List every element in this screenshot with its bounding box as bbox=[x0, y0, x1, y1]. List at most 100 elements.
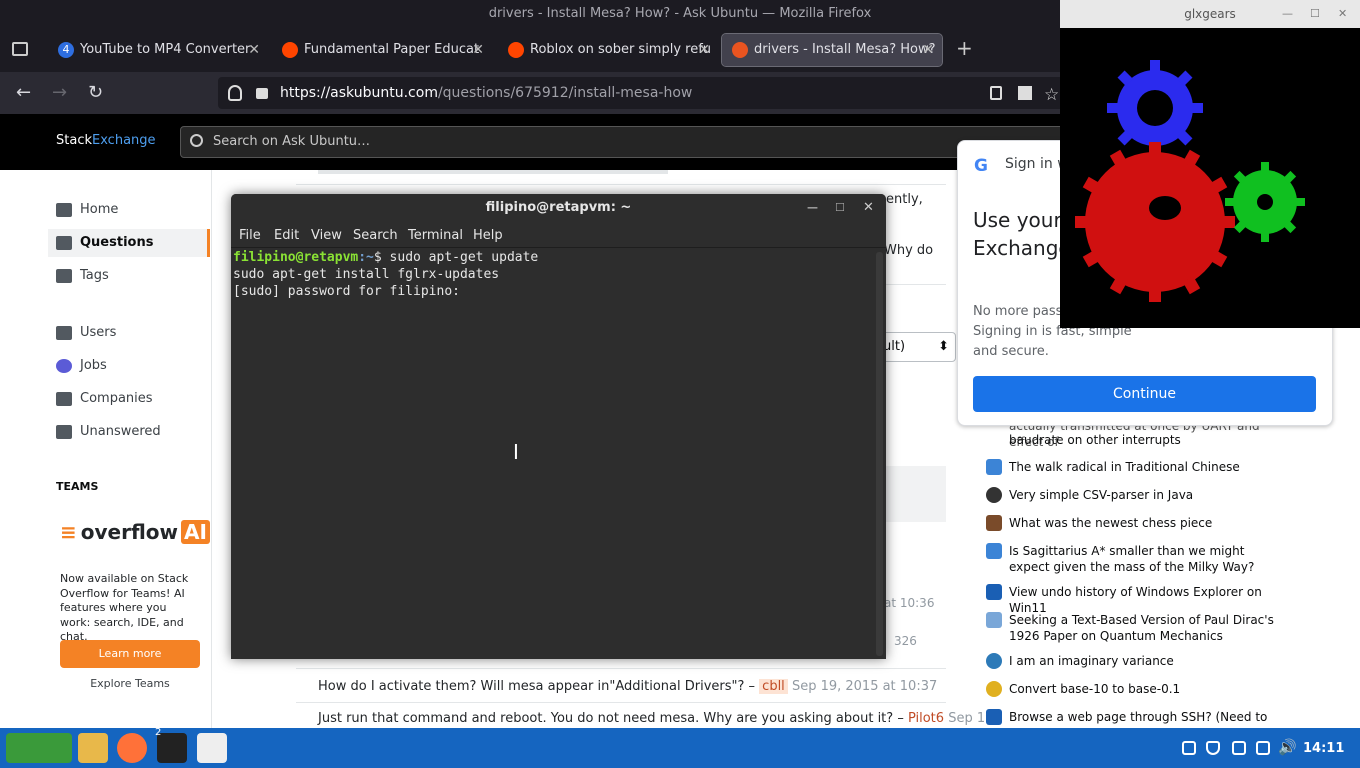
terminal-output[interactable]: filipino@retapvm:~$ sudo apt-get update s… bbox=[231, 248, 876, 659]
hot-question-label: Browse a web page through SSH? (Need to bbox=[1009, 710, 1268, 724]
close-icon[interactable]: ✕ bbox=[472, 34, 484, 66]
new-tab-icon[interactable]: + bbox=[956, 36, 973, 60]
tab-overview-icon[interactable] bbox=[12, 42, 28, 56]
site-icon bbox=[986, 653, 1002, 669]
hot-question[interactable]: I am an imaginary variance bbox=[986, 653, 1286, 669]
clock[interactable]: 14:11 bbox=[1303, 741, 1344, 756]
hot-question[interactable]: Seeking a Text-Based Version of Paul Dir… bbox=[986, 612, 1286, 644]
maximize-icon[interactable]: ☐ bbox=[1310, 0, 1320, 28]
hot-question[interactable]: Convert base-10 to base-0.1 bbox=[986, 681, 1286, 697]
tab-fundamental[interactable]: Fundamental Paper Educat ✕ bbox=[272, 34, 492, 66]
continue-button[interactable]: Continue bbox=[973, 376, 1316, 412]
logo-text-accent: Exchange bbox=[92, 133, 156, 148]
minimize-icon[interactable]: — bbox=[807, 194, 818, 222]
minimize-icon[interactable]: — bbox=[1282, 0, 1293, 28]
askubuntu-icon bbox=[732, 42, 748, 58]
site-icon bbox=[986, 459, 1002, 475]
hot-question[interactable]: What was the newest chess piece bbox=[986, 515, 1286, 531]
nav-label: Jobs bbox=[80, 358, 107, 373]
hot-question[interactable]: Browse a web page through SSH? (Need to bbox=[986, 709, 1286, 725]
comment-user[interactable]: cbll bbox=[759, 679, 788, 694]
menu-help[interactable]: Help bbox=[473, 228, 503, 243]
tag-icon bbox=[56, 269, 72, 283]
menu-file[interactable]: File bbox=[239, 228, 261, 243]
tab-askubuntu[interactable]: drivers - Install Mesa? How? ✕ bbox=[721, 33, 943, 67]
reader-view-icon[interactable] bbox=[990, 86, 1002, 100]
nav-tags[interactable]: Tags bbox=[48, 262, 210, 290]
settings-icon[interactable] bbox=[197, 733, 227, 763]
extensions-icon[interactable] bbox=[1018, 86, 1032, 100]
terminal-taskbar-icon[interactable]: 2 bbox=[155, 727, 187, 763]
companies-icon bbox=[56, 392, 72, 406]
forward-icon[interactable]: → bbox=[52, 82, 67, 103]
maximize-icon[interactable]: ☐ bbox=[835, 194, 845, 222]
hot-question[interactable]: Very simple CSV-parser in Java bbox=[986, 487, 1286, 503]
users-icon bbox=[56, 326, 72, 340]
shield-icon[interactable] bbox=[228, 85, 242, 101]
command-text: sudo apt-get update bbox=[389, 250, 539, 265]
star-icon[interactable]: ☆ bbox=[1044, 79, 1059, 111]
panel bbox=[886, 466, 946, 522]
close-icon[interactable]: ✕ bbox=[698, 34, 710, 66]
explore-teams-link[interactable]: Explore Teams bbox=[60, 677, 200, 690]
nav-companies[interactable]: Companies bbox=[48, 385, 210, 413]
search-icon bbox=[190, 134, 203, 147]
learn-more-button[interactable]: Learn more bbox=[60, 640, 200, 668]
menu-search[interactable]: Search bbox=[353, 228, 398, 243]
hot-question-label: The walk radical in Traditional Chinese bbox=[1009, 460, 1240, 474]
hot-question[interactable]: baudrate on other interrupts bbox=[986, 432, 1286, 448]
terminal-titlebar[interactable]: filipino@retapvm: ~ — ☐ ✕ bbox=[231, 194, 886, 222]
nav-home[interactable]: Home bbox=[48, 196, 210, 224]
hot-question-label: Seeking a Text-Based Version of Paul Dir… bbox=[1009, 613, 1274, 643]
site-icon bbox=[986, 487, 1002, 503]
nav-jobs[interactable]: Jobs bbox=[48, 352, 210, 380]
sort-arrow-icon: ⬍ bbox=[938, 339, 949, 354]
close-icon[interactable]: ✕ bbox=[1338, 0, 1347, 28]
start-menu-icon[interactable] bbox=[6, 733, 72, 763]
file-manager-icon[interactable] bbox=[78, 733, 108, 763]
hot-question[interactable]: Is Sagittarius A* smaller than we might … bbox=[986, 543, 1286, 575]
close-icon[interactable]: ✕ bbox=[248, 34, 260, 66]
clipboard-icon[interactable] bbox=[1182, 741, 1196, 755]
hot-question-label: I am an imaginary variance bbox=[1009, 654, 1174, 668]
menu-terminal[interactable]: Terminal bbox=[408, 228, 463, 243]
divider bbox=[296, 702, 946, 703]
search-input[interactable]: Search on Ask Ubuntu… bbox=[180, 126, 1080, 158]
terminal-scrollbar[interactable] bbox=[876, 252, 883, 656]
firefox-icon[interactable] bbox=[117, 733, 147, 763]
comment-date[interactable]: Sep 19, 2015 at 10:37 bbox=[792, 679, 937, 694]
hot-question[interactable]: The walk radical in Traditional Chinese bbox=[986, 459, 1286, 475]
site-icon bbox=[986, 681, 1002, 697]
divider bbox=[318, 170, 668, 174]
terminal-menubar: File Edit View Search Terminal Help bbox=[231, 222, 886, 248]
tab-roblox[interactable]: Roblox on sober simply refu ✕ bbox=[498, 34, 718, 66]
teams-heading: TEAMS bbox=[56, 480, 99, 493]
update-icon[interactable] bbox=[1232, 741, 1246, 755]
terminal-line: sudo apt-get install fglrx-updates bbox=[233, 267, 500, 282]
menu-edit[interactable]: Edit bbox=[274, 228, 299, 243]
hot-question-label: Very simple CSV-parser in Java bbox=[1009, 488, 1194, 502]
nav-questions[interactable]: Questions bbox=[48, 229, 210, 257]
tab-youtube[interactable]: 4 YouTube to MP4 Converter ✕ bbox=[48, 34, 268, 66]
nav-unanswered[interactable]: Unanswered bbox=[48, 418, 210, 446]
nav-users[interactable]: Users bbox=[48, 319, 210, 347]
sort-value: ult) bbox=[883, 339, 906, 354]
unanswered-icon bbox=[56, 425, 72, 439]
volume-icon[interactable]: 🔊 bbox=[1278, 738, 1297, 756]
stackexchange-logo[interactable]: StackExchange bbox=[56, 133, 156, 148]
lock-icon[interactable] bbox=[256, 88, 268, 99]
network-icon[interactable] bbox=[1256, 741, 1270, 755]
back-icon[interactable]: ← bbox=[16, 82, 31, 103]
url-path: /questions/675912/install-mesa-how bbox=[437, 85, 693, 101]
terminal-line: filipino@retapvm:~$ sudo apt-get update bbox=[233, 249, 874, 266]
shield-tray-icon[interactable] bbox=[1206, 741, 1220, 755]
close-icon[interactable]: ✕ bbox=[863, 194, 874, 222]
glxgears-titlebar[interactable]: glxgears — ☐ ✕ bbox=[1060, 0, 1360, 28]
site-icon bbox=[986, 612, 1002, 628]
nav-label: Users bbox=[80, 325, 117, 340]
menu-view[interactable]: View bbox=[311, 228, 342, 243]
url-bar[interactable]: https://askubuntu.com/questions/675912/i… bbox=[218, 77, 1078, 109]
comment-user[interactable]: Pilot6 bbox=[908, 711, 944, 726]
close-icon[interactable]: ✕ bbox=[922, 34, 934, 66]
reload-icon[interactable]: ↻ bbox=[88, 82, 103, 103]
